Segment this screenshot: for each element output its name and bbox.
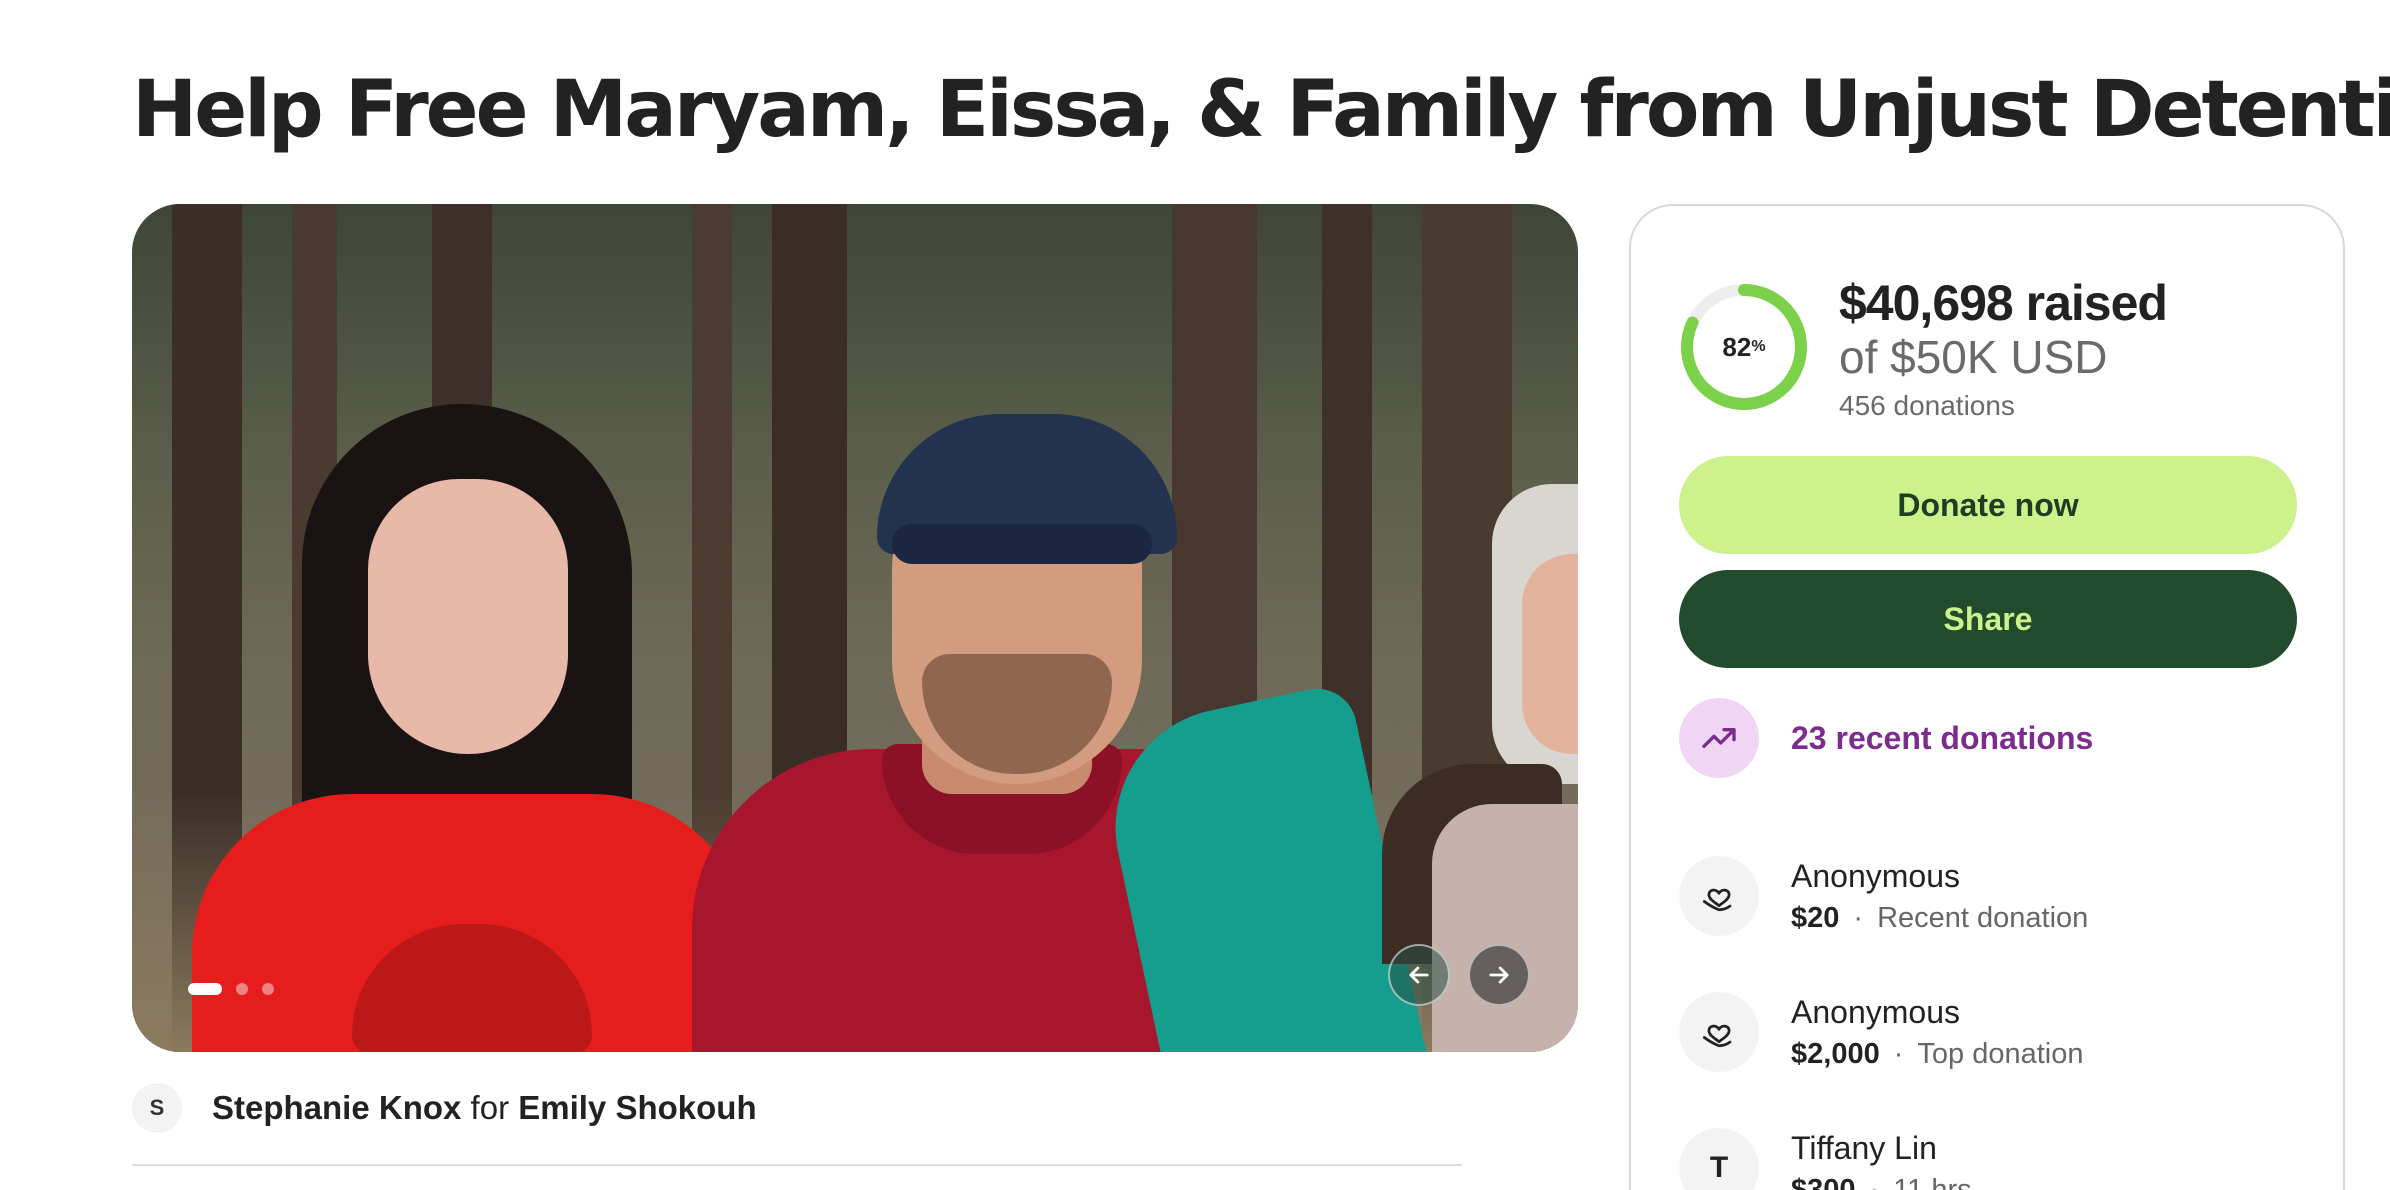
carousel-dot-2[interactable] — [236, 983, 248, 995]
donor-name: Anonymous — [1791, 994, 1960, 1030]
recent-donations-label: 23 recent donations — [1791, 719, 2094, 756]
donation-item: T Tiffany Lin $300 · 11 hrs — [1679, 1128, 1972, 1190]
donation-note: Recent donation — [1877, 902, 2089, 934]
donation-sidebar-card: 82% $40,698 raised of $50K USD 456 donat… — [1629, 204, 2345, 1190]
heart-hand-icon — [1679, 856, 1759, 936]
arrow-right-icon — [1489, 966, 1509, 984]
page-title: Help Free Maryam, Eissa, & Family from U… — [132, 65, 2390, 155]
campaign-photo-carousel[interactable] — [132, 204, 1578, 1052]
organizer-avatar[interactable]: S — [132, 1083, 182, 1133]
donor-name: Anonymous — [1791, 858, 1960, 894]
organizer-name[interactable]: Stephanie Knox — [212, 1089, 461, 1126]
progress-percent: 82% — [1679, 282, 1809, 412]
meta-separator: · — [1853, 902, 1864, 934]
share-button[interactable]: Share — [1679, 570, 2297, 668]
photo-right-person-face — [1522, 554, 1578, 754]
carousel-dot-3[interactable] — [262, 983, 274, 995]
recent-donations-link[interactable]: 23 recent donations — [1679, 698, 2093, 778]
organizer-line: S Stephanie Knox for Emily Shokouh — [132, 1083, 757, 1133]
donation-amount: $300 — [1791, 1174, 1856, 1190]
heart-hand-icon — [1679, 992, 1759, 1072]
beneficiary-name[interactable]: Emily Shokouh — [518, 1089, 756, 1126]
goal-amount: of $50K USD — [1839, 331, 2108, 383]
carousel-dot-1[interactable] — [188, 983, 222, 995]
carousel-indicators — [188, 983, 274, 995]
donation-count: 456 donations — [1839, 390, 2015, 421]
donate-now-button[interactable]: Donate now — [1679, 456, 2297, 554]
organizer-text: Stephanie Knox for Emily Shokouh — [212, 1089, 757, 1127]
amount-raised: $40,698 raised — [1839, 275, 2168, 331]
donation-note: 11 hrs — [1893, 1174, 1972, 1190]
donor-avatar: T — [1679, 1128, 1759, 1190]
trending-up-icon — [1679, 698, 1759, 778]
donation-amount: $2,000 — [1791, 1038, 1880, 1070]
photo-woman-face — [368, 479, 568, 754]
progress-percent-number: 82 — [1722, 331, 1752, 362]
donation-item: Anonymous $2,000 · Top donation — [1679, 992, 2083, 1076]
photo-man-cap-brim — [892, 524, 1152, 564]
meta-separator: · — [1893, 1038, 1904, 1070]
donation-item: Anonymous $20 · Recent donation — [1679, 856, 2088, 940]
progress-percent-sign: % — [1751, 338, 1766, 355]
content-divider — [132, 1164, 1462, 1166]
organizer-connector: for — [470, 1089, 510, 1126]
meta-separator: · — [1869, 1174, 1880, 1190]
donation-note: Top donation — [1917, 1038, 2084, 1070]
donor-name: Tiffany Lin — [1791, 1130, 1937, 1166]
carousel-next-button[interactable] — [1468, 944, 1530, 1006]
donation-amount: $20 — [1791, 902, 1840, 934]
progress-ring: 82% — [1679, 282, 1809, 412]
photo-right-person-shirt — [1432, 804, 1578, 1052]
carousel-prev-button[interactable] — [1388, 944, 1450, 1006]
arrow-left-icon — [1409, 966, 1429, 984]
